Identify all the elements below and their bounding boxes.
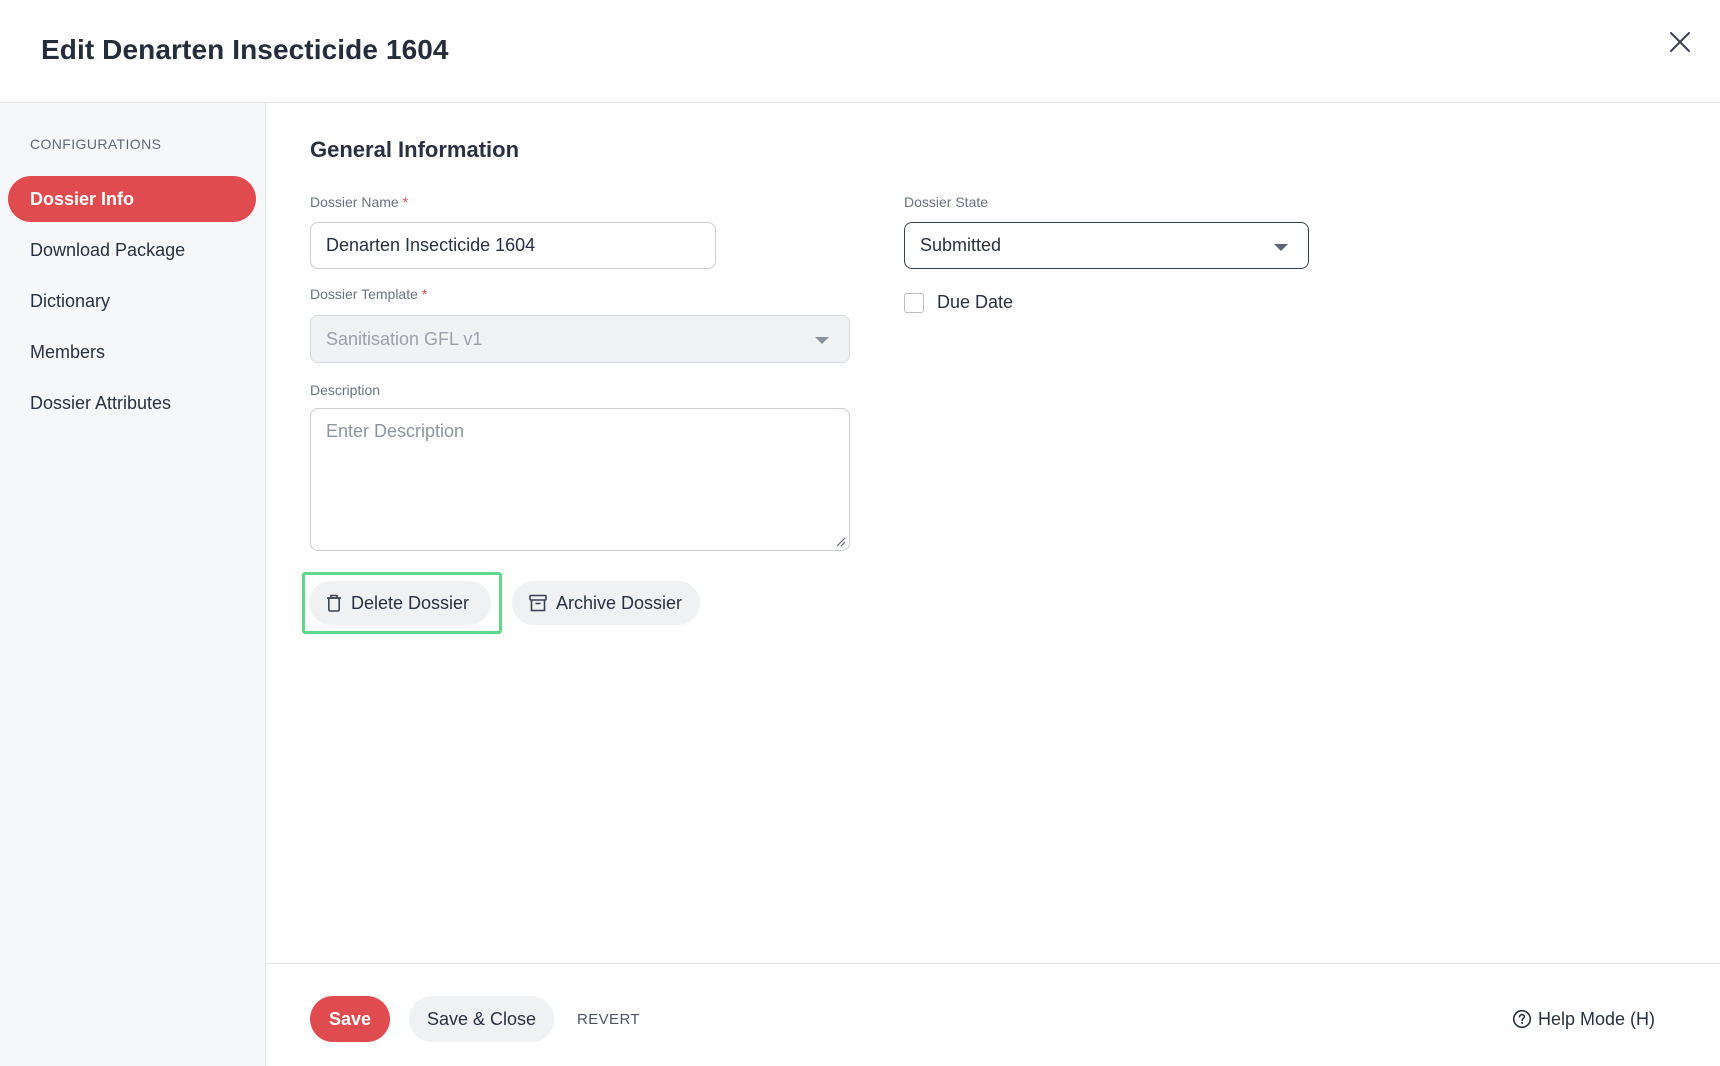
sidebar-item-dictionary[interactable]: Dictionary [8,278,256,324]
required-mark: * [421,286,428,302]
dialog-footer: Save Save & Close REVERT Help Mode (H) [267,963,1720,1066]
dossier-template-label-text: Dossier Template [310,286,418,302]
section-title: General Information [310,137,520,162]
dialog-header: Edit Denarten Insecticide 1604 [0,0,1720,103]
close-icon [1670,32,1690,52]
sidebar-section-label: CONFIGURATIONS [30,136,162,152]
sidebar-item-label: Dictionary [30,290,111,311]
due-date-label: Due Date [937,292,1014,312]
sidebar-item-label: Members [30,341,106,362]
archive-dossier-label: Archive Dossier [556,592,683,613]
description-label: Description [310,382,381,398]
sidebar-item-label: Dossier Info [30,188,135,209]
dossier-template-select: Sanitisation GFL v1 [310,315,850,363]
dossier-name-label-text: Dossier Name [310,194,399,210]
delete-dossier-button[interactable]: Delete Dossier [309,581,491,625]
delete-dossier-label: Delete Dossier [351,592,470,613]
dossier-name-label: Dossier Name * [310,194,408,210]
sidebar: CONFIGURATIONS Dossier Info Download Pac… [0,103,266,1066]
help-circle-icon [1512,1009,1532,1029]
sidebar-item-dossier-attributes[interactable]: Dossier Attributes [8,380,256,426]
sidebar-nav: Dossier Info Download Package Dictionary… [8,176,256,431]
page-title: Edit Denarten Insecticide 1604 [41,34,449,65]
dossier-template-label: Dossier Template * [310,286,427,302]
sidebar-item-download-package[interactable]: Download Package [8,227,256,273]
due-date-checkbox[interactable] [904,293,924,313]
dossier-template-value: Sanitisation GFL v1 [326,328,483,349]
archive-icon [528,593,548,613]
sidebar-item-members[interactable]: Members [8,329,256,375]
help-mode-label: Help Mode (H) [1538,1008,1656,1029]
resize-grip-icon[interactable] [834,535,846,547]
dossier-state-label: Dossier State [904,194,989,210]
description-textarea[interactable]: Enter Description [310,408,850,551]
dossier-name-value: Denarten Insecticide 1604 [326,235,536,255]
save-button[interactable]: Save [310,996,390,1042]
description-placeholder: Enter Description [326,421,465,441]
sidebar-item-label: Dossier Attributes [30,392,172,413]
sidebar-item-label: Download Package [30,239,186,260]
dossier-state-value: Submitted [920,235,1002,255]
required-mark: * [402,194,409,210]
save-close-button[interactable]: Save & Close [409,996,554,1042]
dossier-state-select[interactable]: Submitted [904,222,1309,269]
chevron-down-icon [815,337,829,344]
trash-icon [325,593,343,613]
help-mode-button[interactable]: Help Mode (H) [1512,996,1655,1042]
sidebar-item-dossier-info[interactable]: Dossier Info [8,176,256,222]
main-content: General Information Dossier Name * Denar… [267,103,1720,963]
archive-dossier-button[interactable]: Archive Dossier [512,581,700,625]
dossier-name-input[interactable]: Denarten Insecticide 1604 [310,222,716,269]
chevron-down-icon [1274,243,1288,251]
close-button[interactable] [1662,24,1698,60]
revert-button[interactable]: REVERT [577,996,640,1042]
